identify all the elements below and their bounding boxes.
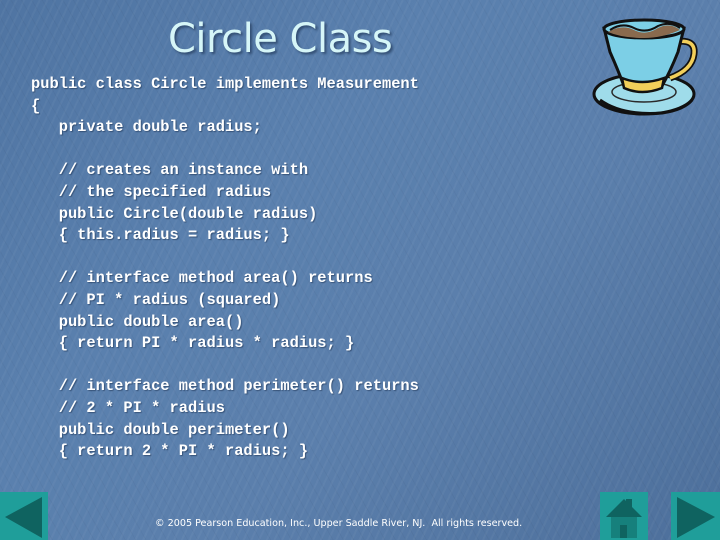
previous-slide-button[interactable] [0, 492, 48, 540]
code-line: { this.radius = radius; } [31, 226, 290, 245]
code-line: // 2 * PI * radius [31, 398, 225, 417]
code-line: // the specified radius [31, 182, 272, 201]
next-slide-button[interactable] [671, 492, 720, 540]
code-line: // creates an instance with [31, 161, 309, 180]
coffee-cup-icon [592, 12, 702, 120]
code-line: public double area() [31, 312, 244, 331]
next-slide-icon [677, 497, 715, 538]
copyright-footer: © 2005 Pearson Education, Inc., Upper Sa… [155, 518, 523, 529]
code-line: { return 2 * PI * radius; } [31, 442, 309, 461]
code-line: // interface method perimeter() returns [31, 377, 419, 396]
code-line: public double perimeter() [31, 420, 290, 439]
code-line: public class Circle implements Measureme… [31, 75, 419, 93]
code-line: { return PI * radius * radius; } [31, 334, 355, 353]
code-line: // PI * radius (squared) [31, 290, 281, 309]
slide-title: Circle Class [168, 16, 393, 62]
code-line: { [31, 96, 41, 115]
code-block: public class Circle implements Measureme… [31, 74, 419, 463]
code-line: // interface method area() returns [31, 269, 373, 288]
previous-slide-icon [5, 497, 42, 538]
code-line: public Circle(double radius) [31, 204, 318, 223]
home-button[interactable] [600, 492, 648, 540]
home-icon [606, 499, 642, 538]
code-line: private double radius; [31, 118, 262, 137]
